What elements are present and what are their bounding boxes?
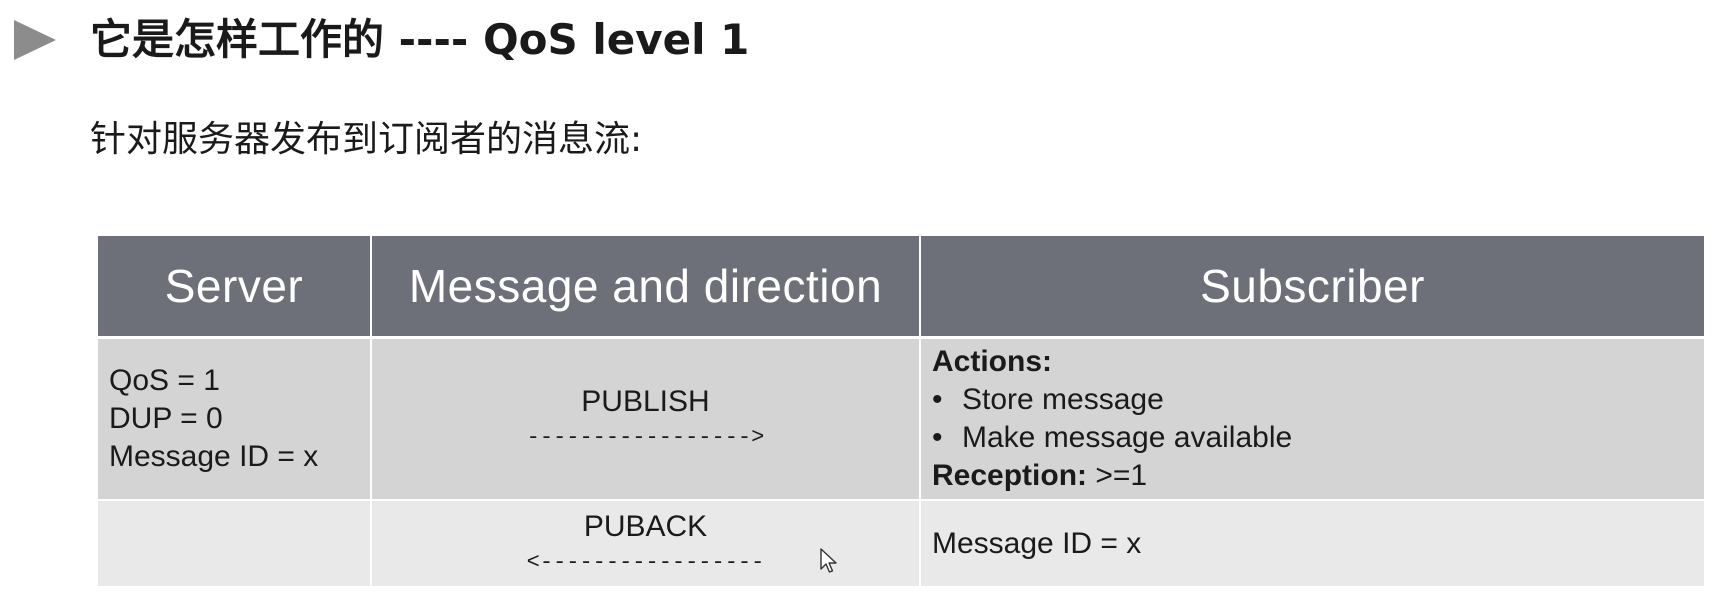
slide-title: 它是怎样工作的 ---- QoS level 1 xyxy=(90,15,750,64)
reception-label: Reception: xyxy=(932,459,1088,492)
publish-message-label: PUBLISH xyxy=(581,385,710,418)
play-triangle-icon xyxy=(14,20,56,60)
action-list: • Store message • Make message available xyxy=(932,381,1693,457)
table-row-publish: QoS = 1 DUP = 0 Message ID = x PUBLISH -… xyxy=(98,337,1704,501)
header-message-direction: Message and direction xyxy=(371,236,921,339)
subscriber-cell-puback: Message ID = x xyxy=(920,500,1704,588)
subscriber-cell-publish: Actions: • Store message • Make message av… xyxy=(920,337,1704,501)
server-qos-line: QoS = 1 xyxy=(109,364,220,397)
slide-subtitle: 针对服务器发布到订阅者的消息流: xyxy=(90,119,643,160)
header-subscriber: Subscriber xyxy=(920,236,1704,339)
list-item: • Store message xyxy=(932,381,1693,419)
table-row-puback: PUBACK <----------------- Message ID = x xyxy=(98,500,1704,588)
action-store-message: Store message xyxy=(962,383,1164,416)
reception-line: Reception: >=1 xyxy=(932,457,1693,495)
server-cell-puback xyxy=(98,500,372,588)
puback-message-label: PUBACK xyxy=(583,509,708,543)
header-server: Server xyxy=(98,236,372,339)
list-item: • Make message available xyxy=(932,419,1693,457)
server-message-id-line: Message ID = x xyxy=(109,440,319,473)
qos-message-flow-table: Server Message and direction Subscriber … xyxy=(98,236,1704,588)
right-arrow-icon: -----------------> xyxy=(526,425,765,450)
table-header-row: Server Message and direction Subscriber xyxy=(98,236,1704,339)
server-dup-line: DUP = 0 xyxy=(109,402,223,435)
mouse-pointer-icon xyxy=(820,548,837,573)
bullet-dot-icon: • xyxy=(932,421,943,454)
server-cell-publish: QoS = 1 DUP = 0 Message ID = x xyxy=(98,337,372,501)
bullet-dot-icon: • xyxy=(932,383,943,416)
reception-value: >=1 xyxy=(1087,459,1148,492)
actions-title: Actions: xyxy=(932,345,1052,378)
message-cell-publish: PUBLISH -----------------> xyxy=(371,337,921,501)
action-make-available: Make message available xyxy=(962,421,1293,454)
